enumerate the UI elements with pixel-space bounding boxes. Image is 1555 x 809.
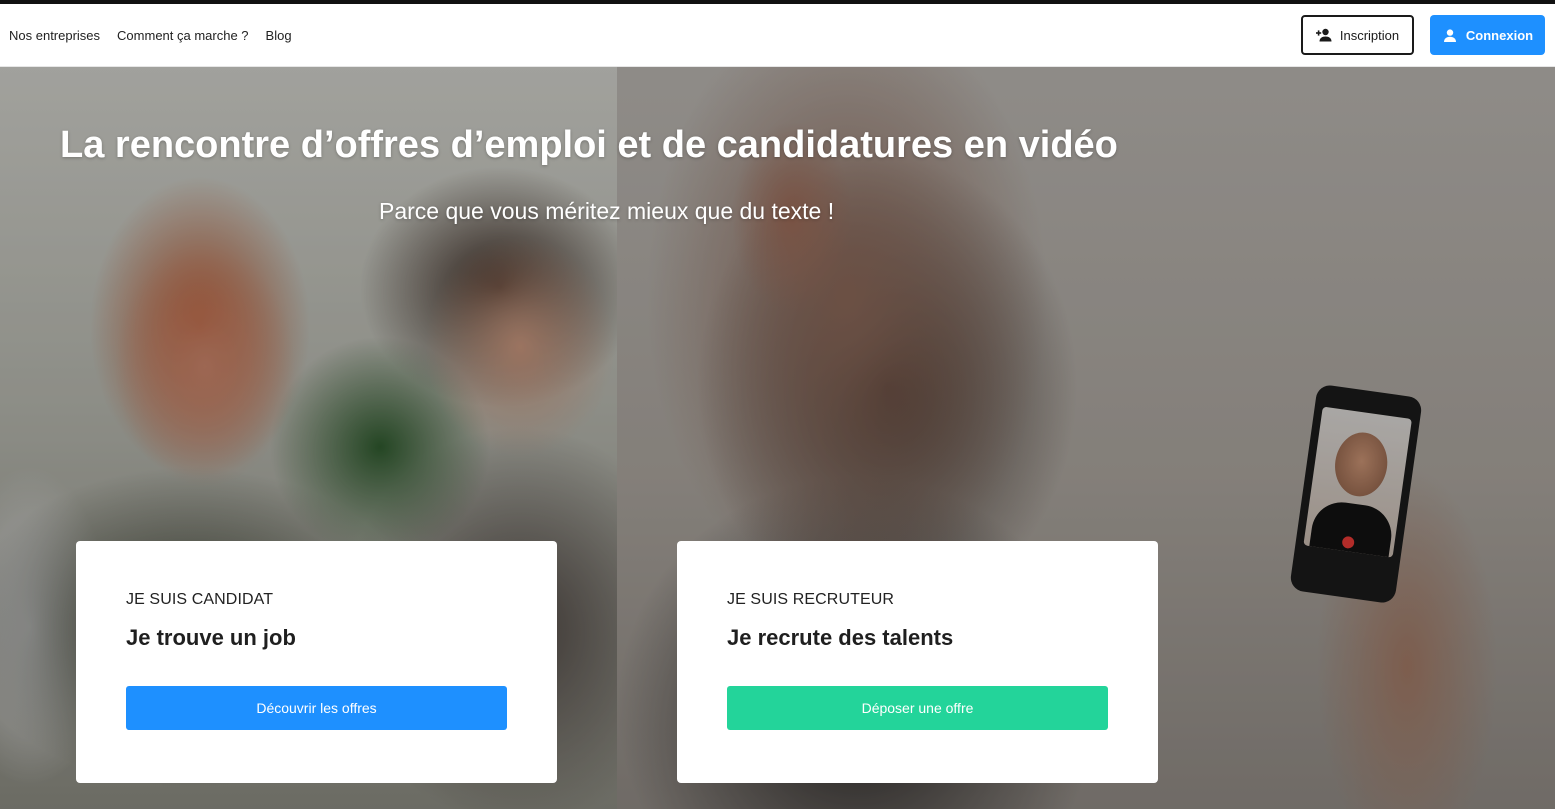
login-label: Connexion bbox=[1465, 27, 1534, 43]
person-add-icon bbox=[1315, 27, 1332, 43]
person-icon bbox=[1442, 27, 1458, 43]
signup-label: Inscription bbox=[1339, 27, 1400, 43]
recruiter-card: JE SUIS RECRUTEUR Je recrute des talents… bbox=[677, 541, 1158, 783]
nav-links: Nos entreprises Comment ça marche ? Blog bbox=[9, 28, 292, 43]
discover-offers-button[interactable]: Découvrir les offres bbox=[126, 686, 507, 730]
hero-section: La rencontre d’offres d’emploi et de can… bbox=[0, 67, 1555, 809]
nav-link-nos-entreprises[interactable]: Nos entreprises bbox=[9, 28, 100, 43]
nav-link-blog[interactable]: Blog bbox=[266, 28, 292, 43]
candidate-heading: Je trouve un job bbox=[126, 625, 296, 650]
candidate-kicker: JE SUIS CANDIDAT bbox=[126, 591, 274, 608]
navbar: Nos entreprises Comment ça marche ? Blog… bbox=[0, 4, 1555, 67]
login-button[interactable]: Connexion bbox=[1430, 15, 1545, 55]
hero-subtitle: Parce que vous méritez mieux que du text… bbox=[379, 198, 835, 224]
nav-actions: Inscription Connexion bbox=[1301, 15, 1545, 55]
recruiter-heading: Je recrute des talents bbox=[727, 625, 954, 650]
signup-button[interactable]: Inscription bbox=[1301, 15, 1414, 55]
nav-link-comment-ca-marche[interactable]: Comment ça marche ? bbox=[117, 28, 249, 43]
hero-title: La rencontre d’offres d’emploi et de can… bbox=[60, 124, 1118, 166]
candidate-card: JE SUIS CANDIDAT Je trouve un job Découv… bbox=[76, 541, 557, 783]
recruiter-kicker: JE SUIS RECRUTEUR bbox=[727, 591, 895, 608]
post-offer-button[interactable]: Déposer une offre bbox=[727, 686, 1108, 730]
